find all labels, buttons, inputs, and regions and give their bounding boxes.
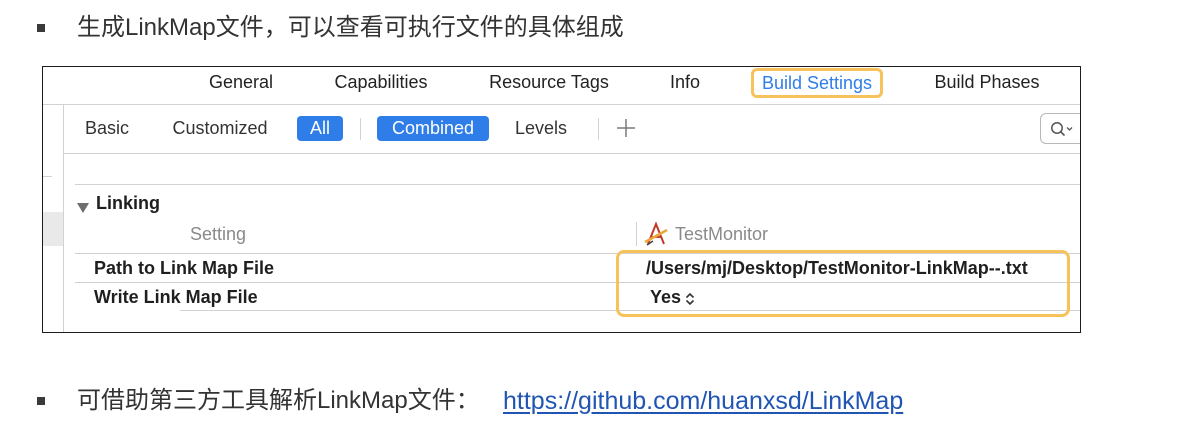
filter-bar-divider xyxy=(63,153,1080,154)
sidebar-row-divider xyxy=(43,176,52,177)
tab-bar-divider xyxy=(43,104,1080,105)
tab-general[interactable]: General xyxy=(181,67,301,97)
tab-capabilities[interactable]: Capabilities xyxy=(321,67,441,97)
section-title: Linking xyxy=(96,193,160,213)
column-header-setting: Setting xyxy=(190,224,247,244)
column-separator xyxy=(636,222,637,246)
bullet-text: 生成LinkMap文件，可以查看可执行文件的具体组成 xyxy=(77,14,624,41)
search-icon[interactable] xyxy=(1050,121,1076,142)
setting-name: Write Link Map File xyxy=(94,287,258,307)
setting-name: Path to Link Map File xyxy=(94,258,275,278)
filter-all[interactable]: All xyxy=(297,116,343,141)
bullet-text: 可借助第三方工具解析LinkMap文件： xyxy=(77,387,480,414)
bullet-item: 生成LinkMap文件，可以查看可执行文件的具体组成 xyxy=(0,10,1200,46)
bullet-item: 可借助第三方工具解析LinkMap文件： https://github.com/… xyxy=(0,383,1200,419)
tab-info[interactable]: Info xyxy=(645,67,725,97)
filter-separator xyxy=(598,118,599,140)
values-highlight-box xyxy=(616,250,1070,317)
filter-customized[interactable]: Customized xyxy=(172,116,268,141)
section-divider xyxy=(75,184,1080,185)
plus-icon[interactable] xyxy=(617,119,635,137)
tab-build-settings[interactable]: Build Settings xyxy=(751,68,883,98)
filter-separator xyxy=(360,118,361,140)
tab-resource-tags[interactable]: Resource Tags xyxy=(484,67,614,97)
chevron-down-icon xyxy=(1066,127,1073,131)
github-link[interactable]: https://github.com/huanxsd/LinkMap xyxy=(503,383,903,419)
filter-levels[interactable]: Levels xyxy=(515,116,567,141)
column-header-target: TestMonitor xyxy=(675,224,769,244)
filter-combined[interactable]: Combined xyxy=(377,116,489,141)
app-target-icon xyxy=(644,221,668,251)
bullet-marker xyxy=(37,397,45,405)
filter-basic[interactable]: Basic xyxy=(85,116,129,141)
sidebar-selected-row[interactable] xyxy=(43,212,63,246)
bullet-marker xyxy=(37,24,45,32)
disclosure-triangle-icon[interactable] xyxy=(77,197,89,218)
xcode-build-settings-panel: General Capabilities Resource Tags Info … xyxy=(42,66,1081,333)
tab-build-phases[interactable]: Build Phases xyxy=(927,67,1047,97)
search-field[interactable] xyxy=(1040,113,1080,144)
